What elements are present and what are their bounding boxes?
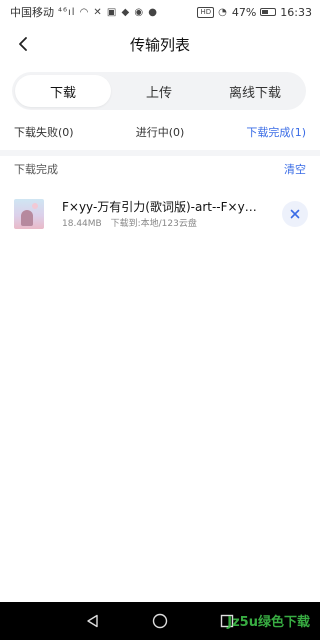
chevron-left-icon — [19, 37, 27, 51]
battery-icon — [260, 8, 277, 16]
filter-failed[interactable]: 下载失败(0) — [14, 124, 74, 140]
tab-offline-download[interactable]: 离线下载 — [207, 75, 303, 107]
status-left: 中国移动 ⁴⁶ıl ◠ ✕ ▣ ◆ ◉ ● — [10, 4, 158, 20]
status-right: HD ◔ 47% 16:33 — [197, 6, 312, 19]
file-info: F×yy-万有引力(歌词版)-art--F×yy--a... 18.44MB 下… — [62, 199, 262, 230]
circle-home-icon — [152, 613, 168, 629]
clock: 16:33 — [280, 5, 312, 19]
hd-icon: HD — [197, 6, 215, 18]
clear-button[interactable]: 清空 — [284, 161, 306, 177]
nav-home-button[interactable] — [150, 611, 170, 631]
notification-icons: ✕ ▣ ◆ ◉ ● — [93, 6, 158, 18]
file-location: 下载到:本地/123云盘 — [110, 218, 197, 229]
file-size: 18.44MB — [62, 218, 102, 229]
section-divider — [0, 150, 320, 156]
status-filters: 下载失败(0) 进行中(0) 下载完成(1) — [0, 122, 320, 142]
back-button[interactable] — [12, 32, 36, 56]
battery-percent: 47% — [231, 5, 257, 19]
list-item[interactable]: F×yy-万有引力(歌词版)-art--F×yy--a... 18.44MB 下… — [0, 194, 320, 234]
filter-completed[interactable]: 下载完成(1) — [246, 124, 306, 140]
page-title: 传输列表 — [129, 35, 190, 54]
carrier-label: 中国移动 — [10, 6, 54, 19]
close-icon — [290, 209, 300, 219]
nav-back-button[interactable] — [83, 611, 103, 631]
tab-download[interactable]: 下载 — [15, 75, 111, 107]
status-bar: 中国移动 ⁴⁶ıl ◠ ✕ ▣ ◆ ◉ ● HD ◔ 47% 16:33 — [0, 0, 320, 24]
file-meta: 18.44MB 下载到:本地/123云盘 — [62, 218, 262, 230]
signal-icon: ⁴⁶ıl — [58, 6, 76, 18]
wifi-icon: ◠ — [79, 6, 90, 18]
transfer-tabs: 下载 上传 离线下载 — [12, 72, 306, 110]
file-name: F×yy-万有引力(歌词版)-art--F×yy--a... — [62, 199, 262, 214]
section-header: 下载完成 清空 — [0, 160, 320, 178]
mute-icon: ◔ — [218, 6, 228, 18]
filter-in-progress[interactable]: 进行中(0) — [136, 124, 185, 140]
tab-upload[interactable]: 上传 — [111, 75, 207, 107]
delete-button[interactable] — [282, 201, 308, 227]
triangle-back-icon — [87, 614, 99, 628]
section-title: 下载完成 — [14, 163, 58, 176]
header-bar: 传输列表 — [0, 24, 320, 64]
file-thumbnail — [14, 199, 44, 229]
watermark: Jz5u绿色下载 — [227, 615, 310, 630]
